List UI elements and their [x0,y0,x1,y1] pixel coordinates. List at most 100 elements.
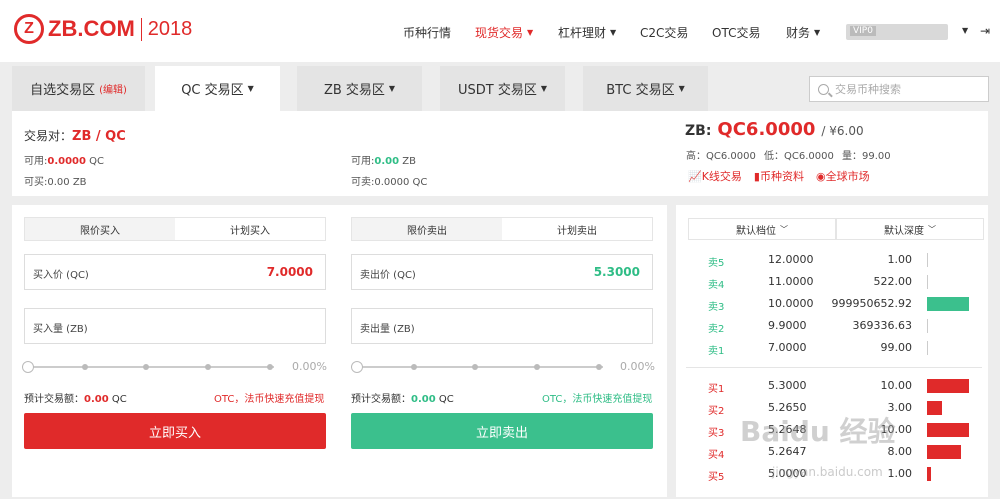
edit-link[interactable]: (编辑) [99,81,127,96]
bid-side: 买2 [708,406,725,417]
tab-usdt-zone[interactable]: USDT 交易区 ▼ [440,66,565,111]
kline-link[interactable]: 📈K线交易 [688,168,742,184]
brand-year: 2018 [140,17,192,41]
bid-side: 买3 [708,428,725,439]
bid-row[interactable]: 买1 5.3000 10.00 [686,376,982,396]
buy-estimate: 预计交易额：0.00 QC [24,394,127,405]
trading-pair: 交易对：ZB / QC [24,129,126,144]
tab-qc-zone[interactable]: QC 交易区 ▼ [155,66,280,111]
ask-qty: 522.00 [873,275,913,288]
ask-qty: 1.00 [887,253,913,266]
zb-logo-icon: Z [14,14,44,44]
order-book-header: 默认档位 ﹀ 默认深度 ﹀ [688,218,984,240]
bid-qty: 10.00 [880,379,913,392]
buy-amount-field[interactable]: 买入量 (ZB) [24,308,326,344]
buy-percent-slider[interactable] [22,361,274,373]
available-qc: 可用:0.0000 QC [24,156,105,167]
buy-percent: 0.00% [292,360,327,373]
tab-zb-zone[interactable]: ZB 交易区 ▼ [297,66,422,111]
trade-panel [12,205,667,497]
coin-search-input[interactable]: 交易币种搜索 [809,76,989,102]
bid-side: 买1 [708,384,725,395]
ask-qty: 369336.63 [852,319,913,332]
vip-badge: VIP0 [850,26,876,36]
last-price: ZB: QC6.0000/ ¥6.00 [685,119,864,140]
market-links: 📈K线交易 ▮币种资料 ◉全球市场 [688,168,870,184]
ask-side: 卖3 [708,302,725,313]
zb-logo[interactable]: Z ZB.COM 2018 [14,14,192,44]
bid-side: 买4 [708,450,725,461]
coin-info-link[interactable]: ▮币种资料 [754,168,804,184]
bid-depth-bar [927,467,931,481]
buy-now-button[interactable]: 立即买入 [24,413,326,449]
ask-row[interactable]: 卖4 11.0000 522.00 [686,272,982,292]
ask-depth-bar [927,253,928,267]
book-divider [686,367,982,368]
ask-depth-bar [927,341,928,355]
watermark-url: jingyan.baidu.com [772,465,883,479]
chevron-down-icon: ▼ [540,84,547,93]
nav-spot-trade[interactable]: 现货交易 ▼ [475,24,533,41]
tab-plan-buy[interactable]: 计划买入 [175,218,325,240]
chevron-down-icon[interactable]: ▼ [962,26,968,35]
buy-price-field[interactable]: 买入价 (QC) 7.0000 [24,254,326,290]
sell-otc-link[interactable]: OTC，法币快速充值提现 [542,390,652,405]
ask-qty: 999950652.92 [831,297,912,310]
bid-side: 买5 [708,472,725,483]
bid-depth-bar [927,445,961,459]
sell-amount-field[interactable]: 卖出量 (ZB) [351,308,653,344]
can-sell: 可卖:0.0000 QC [351,177,428,188]
tab-favorites[interactable]: 自选交易区 (编辑) [12,66,145,111]
slider-handle[interactable] [351,361,363,373]
chevron-down-icon: ▼ [678,84,685,93]
depth-level-select[interactable]: 默认档位 ﹀ [688,218,836,240]
chart-icon: 📈 [688,170,702,183]
volume: 量：99.00 [842,151,891,162]
globe-icon: ◉ [815,170,826,183]
logout-icon[interactable]: ⇥ [980,24,990,38]
tab-plan-sell[interactable]: 计划卖出 [502,218,652,240]
buy-mode-tabs: 限价买入 计划买入 [24,217,326,241]
chevron-down-icon: ▼ [527,28,534,37]
buy-otc-link[interactable]: OTC，法币快速充值提现 [214,390,324,405]
watermark: Baidu 经验 [740,415,896,448]
tab-limit-buy[interactable]: 限价买入 [25,218,175,240]
tab-limit-sell[interactable]: 限价卖出 [352,218,502,240]
nav-c2c[interactable]: C2C交易 [640,24,688,41]
ask-depth-bar [927,319,928,333]
bid-depth-bar [927,423,969,437]
chevron-down-icon: ﹀ [928,224,936,234]
nav-market[interactable]: 币种行情 [403,24,451,41]
ask-depth-bar [927,275,928,289]
ask-row[interactable]: 卖1 7.0000 99.00 [686,338,982,358]
low-price: 低：QC6.0000 [764,151,834,162]
bid-depth-bar [927,379,969,393]
ask-side: 卖4 [708,280,725,291]
chevron-down-icon: ▼ [814,28,821,37]
tab-btc-zone[interactable]: BTC 交易区 ▼ [583,66,708,111]
ask-side: 卖1 [708,346,725,357]
ask-qty: 99.00 [880,341,913,354]
sell-now-button[interactable]: 立即卖出 [351,413,653,449]
sell-percent-slider[interactable] [351,361,603,373]
ask-row[interactable]: 卖3 10.0000 999950652.92 [686,294,982,314]
nav-finance[interactable]: 财务 ▼ [786,24,820,41]
depth-merge-select[interactable]: 默认深度 ﹀ [836,218,984,240]
nav-otc[interactable]: OTC交易 [712,24,760,41]
chevron-down-icon: ▼ [247,84,254,93]
slider-handle[interactable] [22,361,34,373]
global-market-link[interactable]: ◉全球市场 [816,168,870,184]
ask-row[interactable]: 卖5 12.0000 1.00 [686,250,982,270]
ask-row[interactable]: 卖2 9.9000 369336.63 [686,316,982,336]
chevron-down-icon: ▼ [388,84,396,93]
sell-percent: 0.00% [620,360,655,373]
brand-name: ZB.COM [48,16,135,41]
chevron-down-icon: ▼ [610,28,617,37]
available-zb: 可用:0.00 ZB [351,156,416,167]
chevron-down-icon: ﹀ [780,224,788,234]
sell-price-field[interactable]: 卖出价 (QC) 5.3000 [351,254,653,290]
can-buy: 可买:0.00 ZB [24,177,87,188]
nav-leverage[interactable]: 杠杆理财 ▼ [558,24,616,41]
ask-side: 卖5 [708,258,725,269]
ask-depth-bar [927,297,969,311]
